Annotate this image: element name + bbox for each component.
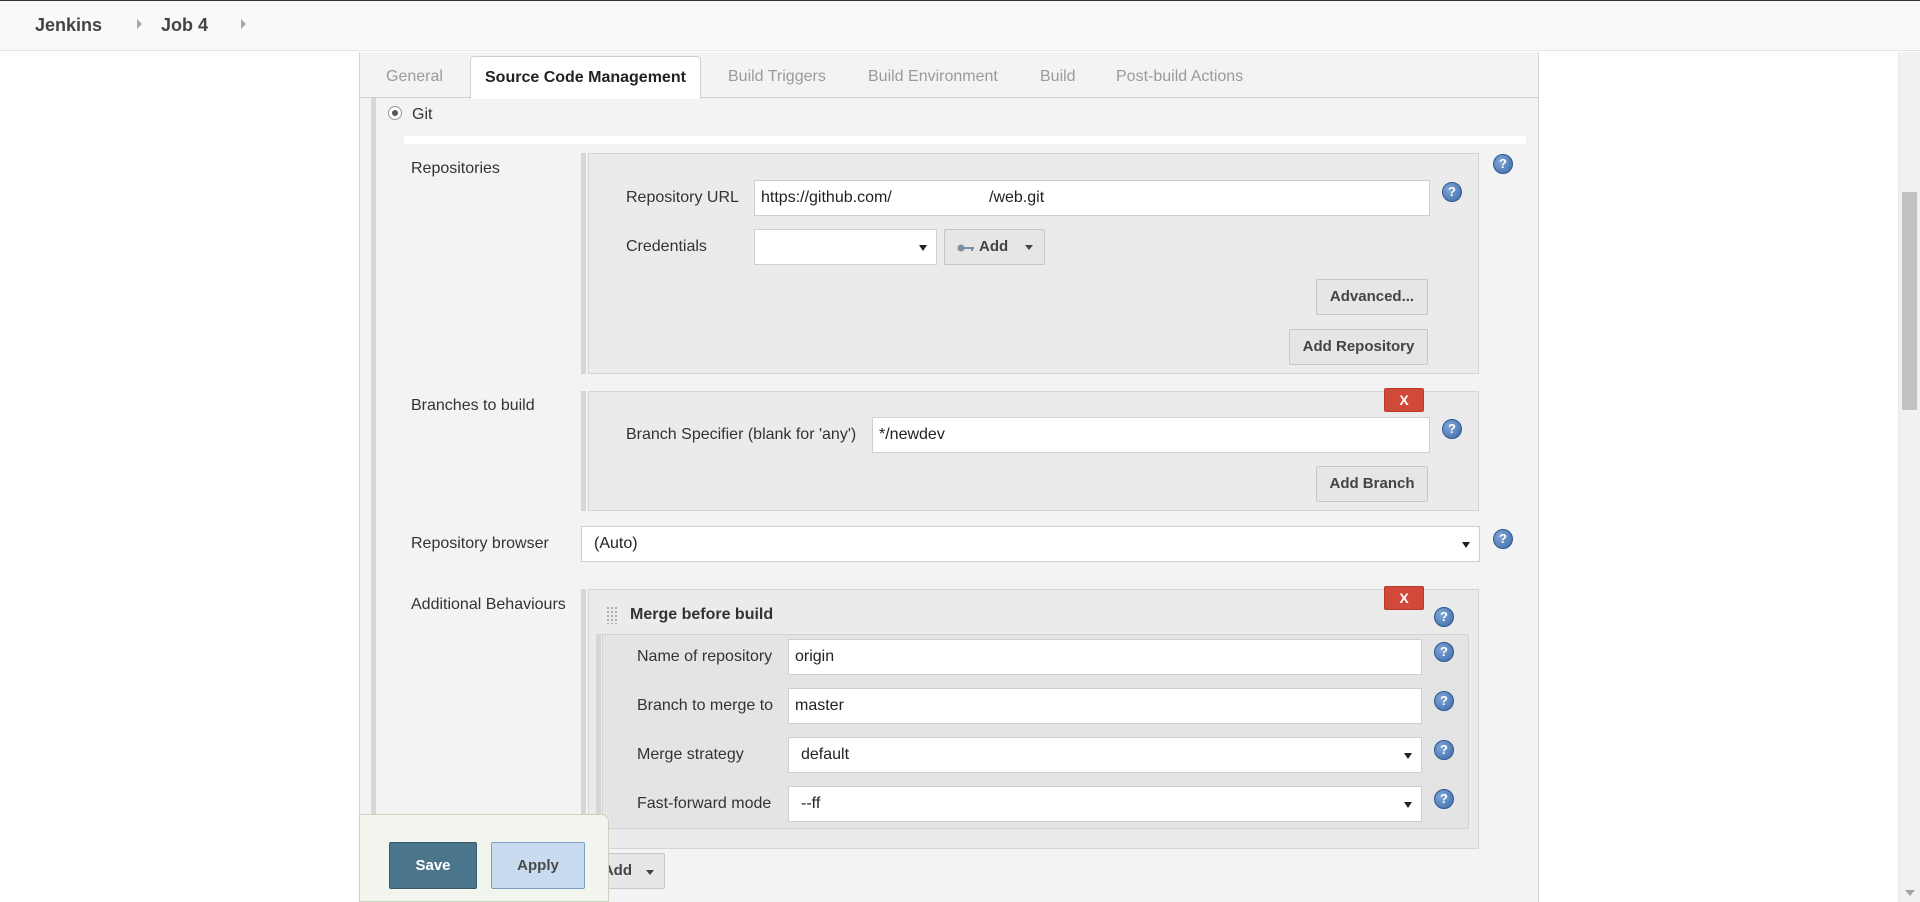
additional-behaviours-label: Additional Behaviours [411,596,566,613]
scroll-down-icon[interactable] [1905,890,1915,896]
help-icon[interactable]: ? [1434,607,1454,627]
help-icon[interactable]: ? [1442,182,1462,202]
git-label: Git [412,106,433,123]
git-radio[interactable] [388,106,402,120]
merge-strategy-select[interactable]: default [788,737,1422,773]
help-icon[interactable]: ? [1493,154,1513,174]
branch-specifier-label: Branch Specifier (blank for 'any') [626,426,857,443]
section-rail [371,98,376,902]
help-icon[interactable]: ? [1434,789,1454,809]
tab-general[interactable]: General [386,68,443,86]
credentials-label: Credentials [626,238,707,255]
repository-browser-select[interactable]: (Auto) [581,526,1480,562]
help-icon[interactable]: ? [1434,691,1454,711]
repositories-label: Repositories [411,160,500,177]
tab-source-code-management[interactable]: Source Code Management [470,56,701,99]
help-icon[interactable]: ? [1434,642,1454,662]
delete-branch-button[interactable]: X [1384,388,1424,412]
repository-url-suffix: /web.git [989,189,1045,206]
credentials-select[interactable] [754,229,937,265]
merge-strategy-label: Merge strategy [637,746,744,763]
advanced-button[interactable]: Advanced... [1316,279,1428,315]
breadcrumb-job[interactable]: Job 4 [161,15,208,36]
tab-build[interactable]: Build [1040,68,1076,86]
breadcrumb-arrow-icon[interactable] [137,19,142,29]
chevron-down-icon [1404,802,1412,808]
chevron-down-icon [1404,753,1412,759]
config-tabs: General Source Code Management Build Tri… [359,52,1539,99]
branch-to-merge-field[interactable]: master [788,688,1422,724]
apply-button[interactable]: Apply [491,842,585,889]
drag-handle-icon[interactable] [606,606,618,624]
tab-build-environment[interactable]: Build Environment [868,68,998,86]
chevron-down-icon [1025,245,1033,250]
merge-strategy-value: default [801,746,850,763]
repository-name-label: Name of repository [637,648,773,665]
add-label: Add [979,238,1009,255]
add-repository-button[interactable]: Add Repository [1289,329,1428,365]
tab-build-triggers[interactable]: Build Triggers [728,68,826,86]
fast-forward-value: --ff [801,795,821,812]
repository-browser-value: (Auto) [594,535,638,552]
breadcrumb-arrow-icon[interactable] [241,19,246,29]
merge-before-build-title: Merge before build [630,606,774,623]
scrollbar-thumb[interactable] [1902,192,1917,410]
repository-url-prefix: https://github.com/ [761,189,892,206]
repository-name-field[interactable]: origin [788,639,1422,675]
key-icon [957,244,974,252]
help-icon[interactable]: ? [1442,419,1462,439]
repository-url-field[interactable]: https://github.com/ /web.git [754,180,1430,216]
save-button[interactable]: Save [389,842,477,889]
delete-behaviour-button[interactable]: X [1384,586,1424,610]
divider [404,136,1526,144]
repository-browser-label: Repository browser [411,535,549,552]
box-rail [581,589,586,849]
branch-specifier-field[interactable]: */newdev [872,417,1430,453]
add-credentials-button[interactable]: Add [944,229,1045,265]
chevron-down-icon [646,870,654,875]
tab-post-build-actions[interactable]: Post-build Actions [1116,68,1243,86]
repository-url-label: Repository URL [626,189,739,206]
box-rail [596,634,601,829]
help-icon[interactable]: ? [1434,740,1454,760]
branches-label: Branches to build [411,397,535,414]
breadcrumb-jenkins[interactable]: Jenkins [35,15,102,36]
chevron-down-icon [919,245,927,251]
help-icon[interactable]: ? [1493,529,1513,549]
breadcrumb: Jenkins Job 4 [0,0,1920,51]
add-branch-button[interactable]: Add Branch [1316,466,1428,502]
box-rail [581,391,586,511]
chevron-down-icon [1462,542,1470,548]
fast-forward-label: Fast-forward mode [637,795,772,812]
box-rail [581,153,586,374]
page-scrollbar[interactable] [1898,52,1920,902]
fast-forward-select[interactable]: --ff [788,786,1422,822]
branch-to-merge-label: Branch to merge to [637,697,774,714]
